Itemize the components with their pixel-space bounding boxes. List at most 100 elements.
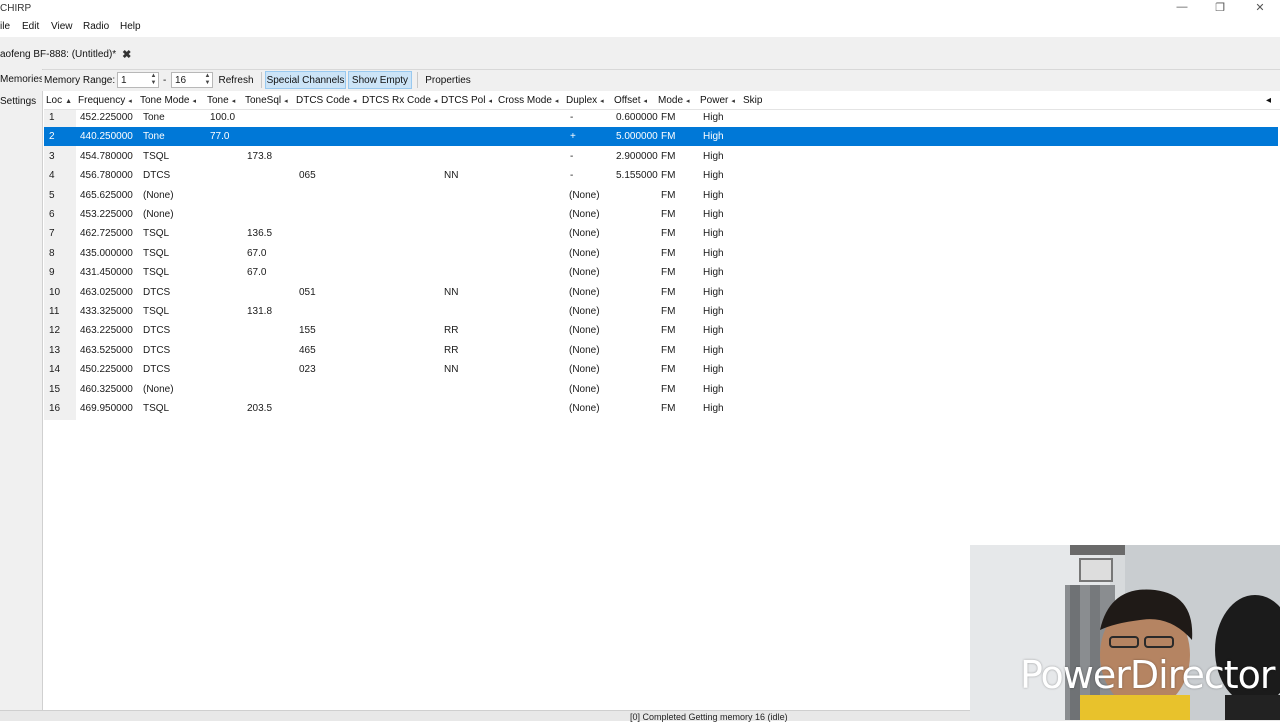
cell-tone-mode[interactable]: DTCS <box>143 345 170 356</box>
cell-dtcs-code[interactable]: 465 <box>299 345 316 356</box>
cell-power[interactable]: High <box>703 170 724 181</box>
table-row[interactable]: 6 453.225000 (None) (None) FM High <box>44 205 1278 224</box>
table-row[interactable]: 14 450.225000 DTCS 023 NN (None) FM High <box>44 360 1278 379</box>
cell-frequency[interactable]: 463.525000 <box>80 345 133 356</box>
column-header-tone-mode[interactable]: Tone Mode ◂ <box>140 95 196 106</box>
table-row[interactable]: 2 440.250000 Tone 77.0 +5.000000 FM High <box>44 127 1278 147</box>
cell-tone-mode[interactable]: (None) <box>143 384 174 395</box>
cell-power[interactable]: High <box>703 364 724 375</box>
cell-loc[interactable]: 8 <box>49 248 55 259</box>
cell-loc[interactable]: 6 <box>49 209 55 220</box>
cell-duplex[interactable]: (None) <box>569 345 600 356</box>
cell-power[interactable]: High <box>703 325 724 336</box>
tab-memories[interactable]: Memories <box>0 74 44 85</box>
cell-power[interactable]: High <box>703 131 724 142</box>
cell-loc[interactable]: 5 <box>49 190 55 201</box>
cell-offset[interactable]: 5.155000 <box>616 170 658 181</box>
cell-frequency[interactable]: 450.225000 <box>80 364 133 375</box>
cell-mode[interactable]: FM <box>661 403 675 414</box>
table-row[interactable]: 11 433.325000 TSQL 131.8 (None) FM High <box>44 302 1278 321</box>
cell-power[interactable]: High <box>703 190 724 201</box>
spinner-arrows-icon[interactable]: ▲ ▼ <box>150 73 157 87</box>
cell-duplex[interactable]: (None) <box>569 228 600 239</box>
cell-loc[interactable]: 7 <box>49 228 55 239</box>
cell-duplex[interactable]: (None) <box>569 248 600 259</box>
cell-offset[interactable]: 0.600000 <box>616 112 658 123</box>
cell-offset[interactable]: 2.900000 <box>616 151 658 162</box>
cell-loc[interactable]: 16 <box>49 403 60 414</box>
column-header-dtcs-code[interactable]: DTCS Code ◂ <box>296 95 356 106</box>
column-header-tone[interactable]: Tone ◂ <box>207 95 235 106</box>
table-row[interactable]: 15 460.325000 (None) (None) FM High <box>44 380 1278 399</box>
cell-tone[interactable]: 77.0 <box>210 131 229 142</box>
cell-mode[interactable]: FM <box>661 228 675 239</box>
cell-frequency[interactable]: 460.325000 <box>80 384 133 395</box>
menu-view[interactable]: View <box>51 21 73 32</box>
cell-mode[interactable]: FM <box>661 325 675 336</box>
cell-tone-mode[interactable]: DTCS <box>143 287 170 298</box>
cell-loc[interactable]: 12 <box>49 325 60 336</box>
show-empty-toggle[interactable]: Show Empty <box>348 71 412 89</box>
tab-radio-image[interactable]: aofeng BF-888: (Untitled)* ✖ <box>0 43 138 65</box>
table-row[interactable]: 3 454.780000 TSQL 173.8 - 2.900000 FM High <box>44 147 1278 166</box>
cell-power[interactable]: High <box>703 151 724 162</box>
cell-dtcs-code[interactable]: 155 <box>299 325 316 336</box>
cell-tone[interactable]: 100.0 <box>210 112 235 123</box>
cell-loc[interactable]: 1 <box>49 112 55 123</box>
cell-mode[interactable]: FM <box>661 131 675 142</box>
cell-power[interactable]: High <box>703 112 724 123</box>
table-row[interactable]: 5 465.625000 (None) (None) FM High <box>44 186 1278 205</box>
cell-frequency[interactable]: 453.225000 <box>80 209 133 220</box>
cell-power[interactable]: High <box>703 248 724 259</box>
cell-mode[interactable]: FM <box>661 248 675 259</box>
cell-tonesql[interactable]: 173.8 <box>247 151 272 162</box>
cell-power[interactable]: High <box>703 267 724 278</box>
cell-loc[interactable]: 10 <box>49 287 60 298</box>
cell-mode[interactable]: FM <box>661 267 675 278</box>
special-channels-toggle[interactable]: Special Channels <box>265 71 346 89</box>
cell-duplex[interactable]: (None) <box>569 190 600 201</box>
cell-dtcs-pol[interactable]: NN <box>444 170 458 181</box>
column-header-loc[interactable]: Loc ▲ <box>46 95 72 106</box>
cell-power[interactable]: High <box>703 287 724 298</box>
cell-loc[interactable]: 11 <box>49 306 59 317</box>
cell-mode[interactable]: FM <box>661 170 675 181</box>
column-header-duplex[interactable]: Duplex ◂ <box>566 95 604 106</box>
cell-dtcs-pol[interactable]: RR <box>444 325 458 336</box>
menu-help[interactable]: Help <box>120 21 141 32</box>
column-header-dtcs-pol[interactable]: DTCS Pol ◂ <box>441 95 492 106</box>
cell-loc[interactable]: 4 <box>49 170 55 181</box>
column-header-power[interactable]: Power ◂ <box>700 95 735 106</box>
cell-power[interactable]: High <box>703 209 724 220</box>
cell-tone-mode[interactable]: Tone <box>143 131 165 142</box>
table-row[interactable]: 4 456.780000 DTCS 065 NN - 5.155000 FM High <box>44 166 1278 185</box>
cell-dtcs-code[interactable]: 023 <box>299 364 316 375</box>
cell-tone-mode[interactable]: TSQL <box>143 403 169 414</box>
minimize-icon[interactable]: — <box>1168 1 1196 13</box>
table-row[interactable]: 7 462.725000 TSQL 136.5 (None) FM High <box>44 224 1278 243</box>
menu-radio[interactable]: Radio <box>83 21 109 32</box>
cell-mode[interactable]: FM <box>661 209 675 220</box>
cell-frequency[interactable]: 435.000000 <box>80 248 133 259</box>
cell-tonesql[interactable]: 131.8 <box>247 306 272 317</box>
cell-frequency[interactable]: 463.225000 <box>80 325 133 336</box>
range-end-spinner[interactable]: 16 ▲ ▼ <box>171 72 213 88</box>
cell-power[interactable]: High <box>703 228 724 239</box>
cell-mode[interactable]: FM <box>661 151 675 162</box>
close-icon[interactable]: ✕ <box>1246 1 1274 14</box>
tab-settings[interactable]: Settings <box>0 96 36 107</box>
cell-dtcs-code[interactable]: 065 <box>299 170 316 181</box>
cell-mode[interactable]: FM <box>661 112 675 123</box>
cell-tone-mode[interactable]: Tone <box>143 112 165 123</box>
cell-tone-mode[interactable]: DTCS <box>143 325 170 336</box>
cell-tone-mode[interactable]: TSQL <box>143 248 169 259</box>
cell-duplex[interactable]: - <box>570 151 573 162</box>
cell-duplex[interactable]: (None) <box>569 287 600 298</box>
cell-tone-mode[interactable]: TSQL <box>143 306 169 317</box>
cell-frequency[interactable]: 440.250000 <box>80 131 133 142</box>
cell-tone-mode[interactable]: TSQL <box>143 267 169 278</box>
cell-frequency[interactable]: 469.950000 <box>80 403 133 414</box>
cell-tone-mode[interactable]: (None) <box>143 190 174 201</box>
cell-frequency[interactable]: 456.780000 <box>80 170 133 181</box>
cell-loc[interactable]: 2 <box>49 131 55 142</box>
